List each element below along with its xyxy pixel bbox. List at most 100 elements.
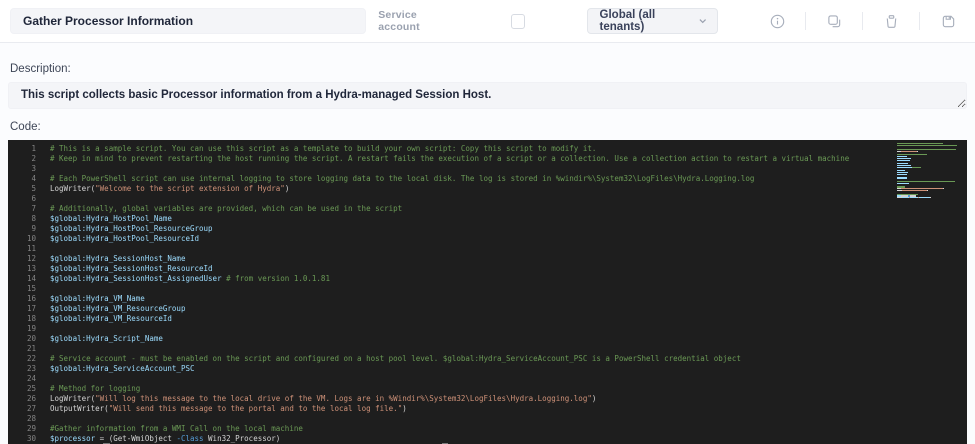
save-icon — [941, 14, 956, 29]
code-editor[interactable]: 1 # This is a sample script. You can use … — [8, 140, 967, 444]
description-label: Description: — [10, 63, 965, 75]
code-line[interactable]: 29 #Gather information from a WMI Call on… — [8, 424, 967, 434]
service-account-label: Service account — [378, 9, 451, 33]
line-number: 5 — [8, 184, 36, 194]
code-line[interactable]: 30 $processor = (Get-WmiObject -Class Win… — [8, 434, 967, 444]
line-number: 15 — [8, 284, 36, 294]
line-number: 25 — [8, 384, 36, 394]
code-line-text: $global:Hydra_VM_ResourceGroup — [50, 304, 185, 314]
code-line[interactable]: 8 $global:Hydra_HostPool_Name — [8, 214, 967, 224]
toolbar: Service account Global (all tenants) — [0, 0, 975, 43]
line-number: 9 — [8, 224, 36, 234]
code-line-text: $global:Hydra_SessionHost_AssignedUser #… — [50, 274, 330, 284]
code-line-text: $global:Hydra_SessionHost_Name — [50, 254, 185, 264]
code-line[interactable]: 9 $global:Hydra_HostPool_ResourceGroup — [8, 224, 967, 234]
code-line[interactable]: 23 $global:Hydra_ServiceAccount_PSC — [8, 364, 967, 374]
script-name-input[interactable] — [10, 8, 366, 34]
code-lines[interactable]: 1 # This is a sample script. You can use … — [8, 144, 967, 444]
code-line[interactable]: 3 — [8, 164, 967, 174]
code-line[interactable]: 6 — [8, 194, 967, 204]
code-line[interactable]: 14$global:Hydra_SessionHost_AssignedUser… — [8, 274, 967, 284]
line-number: 11 — [8, 244, 36, 254]
script-form: Description: This script collects basic … — [0, 63, 975, 444]
info-icon — [770, 14, 785, 29]
code-line[interactable]: 5 LogWriter("Welcome to the script extens… — [8, 184, 967, 194]
trash-button[interactable] — [874, 9, 908, 33]
code-line-text: # Additionally, global variables are pro… — [50, 204, 402, 214]
description-textarea[interactable]: This script collects basic Processor inf… — [8, 82, 967, 109]
code-line[interactable]: 18 $global:Hydra_VM_ResourceId — [8, 314, 967, 324]
code-line[interactable]: 12 $global:Hydra_SessionHost_Name — [8, 254, 967, 264]
code-line-text: # Method for logging — [50, 384, 140, 394]
line-number: 19 — [8, 324, 36, 334]
code-line[interactable]: 11 — [8, 244, 967, 254]
line-number: 8 — [8, 214, 36, 224]
line-number: 16 — [8, 294, 36, 304]
code-line-text: LogWriter("Welcome to the script extensi… — [50, 184, 289, 194]
code-line[interactable]: 15 — [8, 284, 967, 294]
line-number: 23 — [8, 364, 36, 374]
code-line[interactable]: 20$global:Hydra_Script_Name — [8, 334, 967, 344]
line-number: 3 — [8, 164, 36, 174]
minimap[interactable] — [895, 142, 959, 200]
code-line-text: $global:Hydra_HostPool_ResourceGroup — [50, 224, 213, 234]
code-line[interactable]: 17$global:Hydra_VM_ResourceGroup — [8, 304, 967, 314]
code-line-text: # Service account - must be enabled on t… — [50, 354, 741, 364]
code-line-text: $processor = (Get-WmiObject -Class Win32… — [50, 434, 280, 444]
info-button[interactable] — [760, 9, 794, 33]
code-line-text: $global:Hydra_ServiceAccount_PSC — [50, 364, 195, 374]
line-number: 2 — [8, 154, 36, 164]
line-number: 12 — [8, 254, 36, 264]
line-number: 20 — [8, 334, 36, 344]
code-line[interactable]: 24 — [8, 374, 967, 384]
code-line-text: LogWriter("Will log this message to the … — [50, 394, 596, 404]
line-number: 24 — [8, 374, 36, 384]
code-line[interactable]: 27 OutputWriter("Will send this message t… — [8, 404, 967, 414]
line-number: 26 — [8, 394, 36, 404]
code-line[interactable]: 10 $global:Hydra_HostPool_ResourceId — [8, 234, 967, 244]
line-number: 4 — [8, 174, 36, 184]
line-number: 10 — [8, 234, 36, 244]
code-label: Code: — [10, 121, 965, 133]
code-line[interactable]: 21 — [8, 344, 967, 354]
line-number: 21 — [8, 344, 36, 354]
line-number: 18 — [8, 314, 36, 324]
tenant-dropdown-value: Global (all tenants) — [600, 9, 698, 33]
line-number: 6 — [8, 194, 36, 204]
line-number: 7 — [8, 204, 36, 214]
code-line-text: # This is a sample script. You can use t… — [50, 144, 596, 154]
code-line-text: $global:Hydra_HostPool_ResourceId — [50, 234, 199, 244]
code-line-text: OutputWriter("Will send this message to … — [50, 404, 407, 414]
code-line[interactable]: 2 # Keep in mind to prevent restarting th… — [8, 154, 967, 164]
duplicate-button[interactable] — [817, 9, 851, 33]
code-line-text: # Keep in mind to prevent restarting the… — [50, 154, 849, 164]
divider — [919, 12, 920, 30]
code-line[interactable]: 26 LogWriter("Will log this message to th… — [8, 394, 967, 404]
line-number: 28 — [8, 414, 36, 424]
code-line[interactable]: 7 # Additionally, global variables are pr… — [8, 204, 967, 214]
code-line[interactable]: 22 # Service account - must be enabled on… — [8, 354, 967, 364]
action-bar — [760, 9, 965, 33]
line-number: 30 — [8, 434, 36, 444]
save-button[interactable] — [931, 9, 965, 33]
code-line-text: $global:Hydra_SessionHost_ResourceId — [50, 264, 213, 274]
code-line[interactable]: 25 # Method for logging — [8, 384, 967, 394]
code-line-text: # Each PowerShell script can use interna… — [50, 174, 754, 184]
line-number: 22 — [8, 354, 36, 364]
code-line[interactable]: 13$global:Hydra_SessionHost_ResourceId — [8, 264, 967, 274]
code-line[interactable]: 19 — [8, 324, 967, 334]
line-number: 29 — [8, 424, 36, 434]
tenant-dropdown[interactable]: Global (all tenants) — [587, 8, 718, 34]
divider — [805, 12, 806, 30]
service-account-checkbox[interactable] — [511, 14, 524, 29]
code-line-text: $global:Hydra_HostPool_Name — [50, 214, 172, 224]
code-line-text: $global:Hydra_VM_Name — [50, 294, 145, 304]
line-number: 27 — [8, 404, 36, 414]
code-line[interactable]: 1 # This is a sample script. You can use … — [8, 144, 967, 154]
code-line[interactable]: 16 $global:Hydra_VM_Name — [8, 294, 967, 304]
code-line-text: $global:Hydra_VM_ResourceId — [50, 314, 172, 324]
line-number: 1 — [8, 144, 36, 154]
code-line[interactable]: 28 — [8, 414, 967, 424]
code-line-text: #Gather information from a WMI Call on t… — [50, 424, 303, 434]
code-line[interactable]: 4 # Each PowerShell script can use intern… — [8, 174, 967, 184]
